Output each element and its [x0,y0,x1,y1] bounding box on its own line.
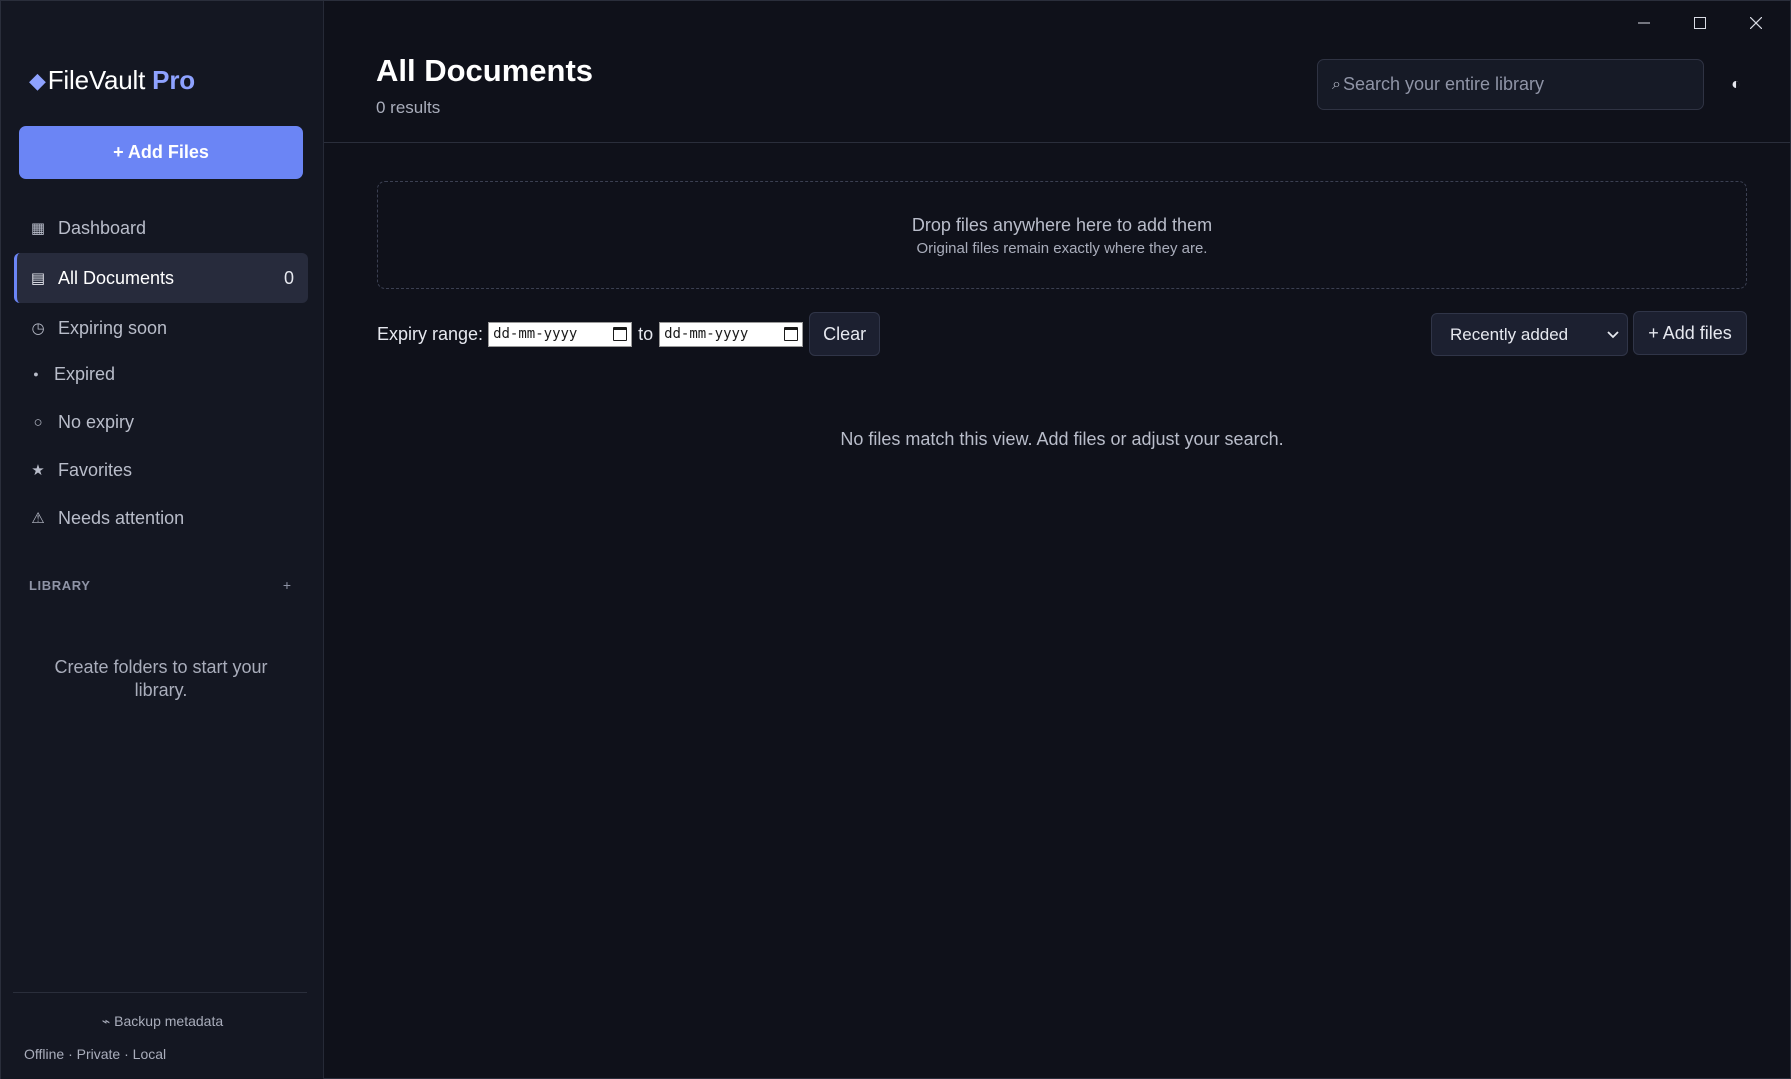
maximize-icon[interactable] [1672,7,1728,39]
page-title: All Documents [376,53,594,88]
brand-name: FileVault [47,65,146,95]
search-input[interactable] [1342,74,1683,95]
dot-icon: ● [33,369,39,379]
sidebar-item-favorites[interactable]: ★ Favorites [14,449,308,491]
date-placeholder: dd-mm-yyyy [664,326,749,342]
sidebar-item-expiring-soon[interactable]: ◷ Expiring soon [14,303,308,353]
drop-zone[interactable]: Drop files anywhere here to add them Ori… [377,181,1747,289]
empty-state-message: No files match this view. Add files or a… [840,429,1284,449]
close-icon[interactable] [1728,7,1784,39]
calendar-icon[interactable] [784,327,799,341]
add-folder-button[interactable]: + [283,577,291,593]
sidebar-item-expired[interactable]: ● Expired [14,353,308,395]
calendar-icon[interactable] [613,327,628,341]
drop-zone-title: Drop files anywhere here to add them [911,215,1213,235]
clock-icon: ◷ [31,320,45,337]
sidebar-item-label: Dashboard [58,217,147,238]
sidebar-item-label: No expiry [58,411,135,432]
sidebar-item-no-expiry[interactable]: ○ No expiry [14,395,308,449]
circle-icon: ○ [33,413,43,431]
expiry-filter-row: Expiry range: dd-mm-yyyy to dd-mm-yyyy C… [377,312,881,356]
add-files-button[interactable]: + Add Files [19,126,303,179]
sidebar: ◆ FileVault Pro + Add Files ▦ Dashboard … [1,1,324,1079]
sort-select[interactable]: Recently added [1431,313,1628,356]
sidebar-item-label: Needs attention [58,507,185,528]
minimize-icon[interactable] [1616,7,1672,39]
sort-selected-value: Recently added [1450,324,1569,344]
search-icon: ⌕ [1332,75,1341,93]
library-empty-message: Create folders to start your library. [54,657,268,700]
grid-icon: ▦ [30,220,46,237]
range-to-label: to [638,323,654,344]
library-label: LIBRARY [29,577,91,593]
sidebar-item-label: All Documents [58,267,175,288]
library-section-header: LIBRARY + [29,577,291,593]
sidebar-item-all-documents[interactable]: ▤ All Documents 0 [14,253,308,303]
backup-metadata-link[interactable]: ⌁ Backup metadata [1,1013,324,1030]
status-text: Offline · Private · Local [24,1046,167,1062]
clear-button[interactable]: Clear [809,312,881,356]
sidebar-nav: ▦ Dashboard ▤ All Documents 0 ◷ Expiring… [14,203,308,545]
sidebar-item-label: Favorites [58,459,133,480]
expiry-range-label: Expiry range: [377,323,484,344]
item-count-badge: 0 [283,267,294,288]
add-files-toolbar-button[interactable]: + Add files [1633,311,1747,355]
sidebar-item-label: Expired [54,363,116,384]
star-icon: ★ [31,462,45,479]
diamond-icon: ◆ [29,67,46,93]
expiry-to-date-input[interactable]: dd-mm-yyyy [659,321,804,347]
expiry-from-date-input[interactable]: dd-mm-yyyy [488,321,633,347]
sidebar-item-needs-attention[interactable]: ⚠ Needs attention [14,491,308,545]
theme-toggle-icon[interactable]: ◐ [1724,73,1748,97]
app-window: ◆ FileVault Pro + Add Files ▦ Dashboard … [0,0,1791,1079]
window-controls [1616,7,1784,39]
brand-logo: ◆ FileVault Pro [29,65,195,96]
search-box[interactable]: ⌕ [1317,59,1704,110]
sidebar-item-dashboard[interactable]: ▦ Dashboard [14,203,308,253]
chevron-down-icon [1607,330,1619,338]
date-placeholder: dd-mm-yyyy [493,326,578,342]
list-icon: ▤ [30,270,46,287]
result-count: 0 results [376,98,441,117]
sidebar-divider [13,992,307,993]
brand-suffix: Pro [152,65,195,95]
sidebar-item-label: Expiring soon [58,317,168,338]
main-header: All Documents 0 results ⌕ ◐ [324,1,1791,143]
drop-zone-subtitle: Original files remain exactly where they… [916,240,1208,257]
warning-icon: ⚠ [31,510,45,527]
